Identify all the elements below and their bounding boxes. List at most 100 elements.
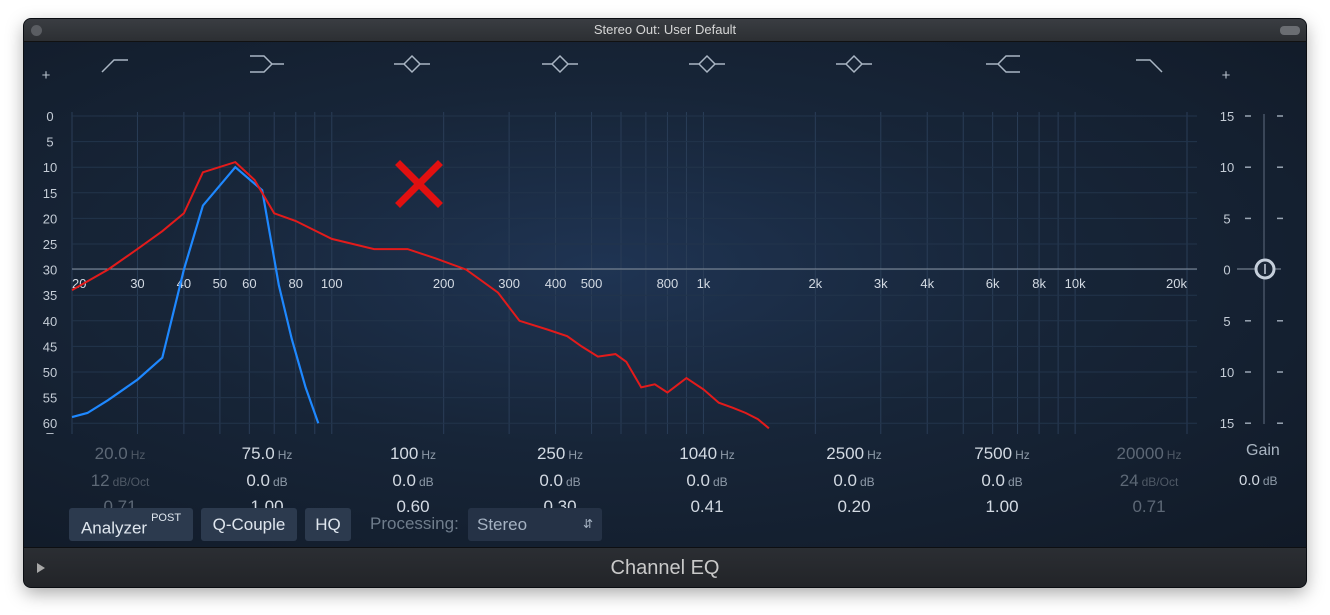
gain-tick-label: 0 (1223, 263, 1230, 278)
band-gain[interactable]: 24 dB/Oct (1089, 471, 1209, 491)
plugin-name: Channel EQ (610, 557, 720, 579)
band-gain-unit: dB (712, 475, 728, 489)
band-gain[interactable]: 12 dB/Oct (60, 471, 180, 491)
processing-value: Stereo (477, 515, 528, 534)
db-tick-label: 40 (43, 314, 57, 329)
band-frequency[interactable]: 20000 Hz (1089, 444, 1209, 464)
processing-select[interactable]: Stereo ⇵ (468, 508, 602, 541)
band-gain-value: 0.0 (981, 471, 1005, 490)
band-frequency[interactable]: 20.0 Hz (60, 444, 180, 464)
band-frequency-unit: Hz (568, 448, 584, 462)
band-frequency[interactable]: 250 Hz (500, 444, 620, 464)
frequency-grid (71, 112, 1188, 434)
parametric-bell-icon[interactable] (394, 54, 430, 74)
db-tick-label: 55 (43, 391, 57, 406)
q-couple-button[interactable]: Q-Couple (201, 508, 297, 541)
band-gain[interactable]: 0.0 dB (942, 471, 1062, 491)
band-gain-value: 24 (1119, 471, 1139, 490)
db-tick-label: 50 (43, 365, 57, 380)
parametric-bell-icon[interactable] (689, 54, 725, 74)
band-gain[interactable]: 0.0 dB (794, 471, 914, 491)
plugin-footer: Channel EQ (24, 547, 1306, 587)
freq-tick-label: 6k (986, 276, 1000, 291)
window-menu-button[interactable] (1280, 26, 1300, 35)
band-gain-value: 12 (90, 471, 110, 490)
band-frequency-value: 100 (389, 444, 419, 463)
db-tick-label: 0 (46, 109, 53, 124)
freq-tick-label: 2k (808, 276, 822, 291)
band-gain[interactable]: 0.0 dB (353, 471, 473, 491)
band-frequency[interactable]: 1040 Hz (647, 444, 767, 464)
band-frequency-value: 7500 (974, 444, 1013, 463)
gain-value[interactable]: 0.0 dB (1239, 472, 1278, 489)
gain-tick-label: 10 (1220, 160, 1234, 175)
freq-tick-label: 300 (498, 276, 520, 291)
band-gain-unit: dB (1007, 475, 1023, 489)
band-gain[interactable]: 0.0 dB (647, 471, 767, 491)
frequency-scale: 20 30 40 50 60 80 100 200 300 400 500 800 1k 2k 3k 4k 6k… (72, 276, 1187, 291)
freq-tick-label: 30 (130, 276, 144, 291)
band-frequency[interactable]: 7500 Hz (942, 444, 1062, 464)
band-frequency-unit: Hz (720, 448, 735, 462)
band-frequency-unit: Hz (1166, 448, 1182, 462)
gain-tick-label: 15 (1220, 109, 1234, 124)
freq-tick-label: 80 (289, 276, 303, 291)
band-gain[interactable]: 0.0 dB (500, 471, 620, 491)
db-tick-dash: – (46, 425, 54, 440)
band-frequency-value: 75.0 (241, 444, 275, 463)
band-frequency-value: 1040 (679, 444, 718, 463)
freq-tick-label: 100 (321, 276, 343, 291)
freq-tick-label: 50 (213, 276, 227, 291)
plus-left[interactable]: + (42, 67, 51, 84)
gain-value-unit: dB (1262, 474, 1278, 488)
gain-tick-label: 5 (1223, 314, 1230, 329)
band-q[interactable]: 0.41 (647, 497, 767, 517)
band-frequency-value: 2500 (826, 444, 865, 463)
band-frequency[interactable]: 75.0 Hz (207, 444, 327, 464)
high-shelf-icon[interactable] (986, 55, 1020, 73)
band-gain[interactable]: 0.0 dB (207, 471, 327, 491)
title-bar: Stereo Out: User Default (24, 19, 1306, 42)
gain-value-number: 0.0 (1239, 472, 1260, 489)
band-gain-value: 0.0 (833, 471, 857, 490)
band-gain-value: 0.0 (246, 471, 270, 490)
gain-slider[interactable] (1237, 114, 1281, 424)
band-q-value: 1.00 (985, 497, 1019, 516)
freq-tick-label: 1k (697, 276, 711, 291)
gain-tick-label: 10 (1220, 365, 1234, 380)
band-gain-unit: dB/Oct (1141, 475, 1179, 489)
band-frequency-unit: Hz (421, 448, 437, 462)
hq-button[interactable]: HQ (305, 508, 351, 541)
analyzer-button[interactable]: AnalyzerPOST (69, 508, 193, 541)
parametric-bell-icon[interactable] (836, 54, 872, 74)
band-gain-value: 0.0 (686, 471, 710, 490)
gain-label: Gain (1246, 442, 1280, 459)
plus-right[interactable]: + (1222, 67, 1231, 84)
low-cut-icon[interactable] (101, 59, 128, 73)
band-q-value: 0.20 (837, 497, 871, 516)
x-mark-icon (395, 160, 443, 208)
band-frequency[interactable]: 2500 Hz (794, 444, 914, 464)
band-q-value: 0.71 (1132, 497, 1166, 516)
band-frequency-value: 20000 (1116, 444, 1164, 463)
chevron-updown-icon: ⇵ (582, 517, 593, 531)
band-frequency[interactable]: 100 Hz (353, 444, 473, 464)
freq-tick-label: 4k (920, 276, 934, 291)
db-tick-label: 5 (46, 135, 53, 150)
band-gain-unit: dB (272, 475, 288, 489)
band-frequency-unit: Hz (130, 448, 146, 462)
band-gain-unit: dB/Oct (112, 475, 150, 489)
db-tick-label: 45 (43, 339, 57, 354)
analyzer-label: Analyzer (80, 518, 148, 538)
band-q[interactable]: 0.20 (794, 497, 914, 517)
high-cut-icon[interactable] (1136, 59, 1163, 73)
band-q[interactable]: 0.71 (1089, 497, 1209, 517)
parametric-bell-icon[interactable] (542, 54, 578, 74)
gain-tick-label: 15 (1220, 416, 1234, 431)
freq-tick-label: 8k (1032, 276, 1046, 291)
band-gain-unit: dB (418, 475, 434, 489)
band-q[interactable]: 1.00 (942, 497, 1062, 517)
window-title: Stereo Out: User Default (593, 22, 737, 37)
low-shelf-icon[interactable] (250, 55, 284, 73)
gain-tick-label: 5 (1223, 211, 1230, 226)
